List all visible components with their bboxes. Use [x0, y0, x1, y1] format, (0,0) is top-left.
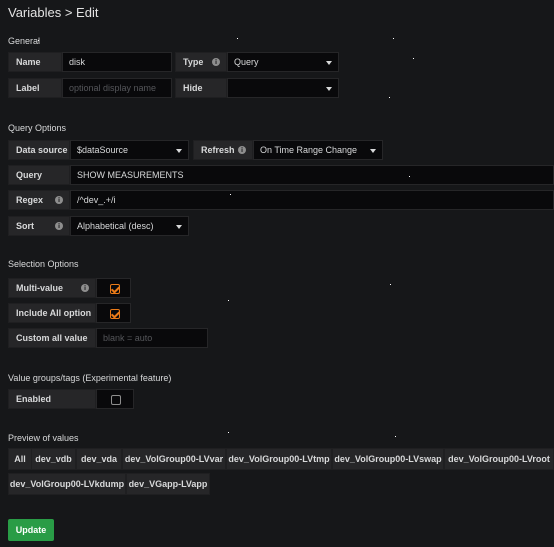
preview-value: dev_VolGroup00-LVvar	[122, 448, 226, 470]
screen-speck	[38, 40, 39, 41]
screen-speck	[389, 97, 390, 98]
screen-speck	[409, 176, 410, 177]
hide-label: Hide	[175, 78, 227, 98]
datasource-label: Data source	[8, 140, 70, 160]
screen-speck	[228, 432, 229, 433]
screen-speck	[413, 58, 414, 59]
refresh-select[interactable]: On Time Range Change	[253, 140, 383, 160]
type-label: Type i	[175, 52, 227, 72]
section-query-options-heading: Query Options	[8, 123, 67, 133]
chevron-down-icon	[326, 87, 332, 91]
screen-speck	[237, 38, 238, 39]
chevron-down-icon	[176, 149, 182, 153]
section-general-heading: General	[8, 36, 41, 46]
sort-select[interactable]: Alphabetical (desc)	[70, 216, 189, 236]
enabled-label: Enabled	[8, 389, 96, 409]
chevron-down-icon	[176, 225, 182, 229]
refresh-label: Refresh i	[193, 140, 253, 160]
type-select[interactable]: Query	[227, 52, 339, 72]
section-preview-heading: Preview of values	[8, 433, 79, 443]
screen-speck	[390, 284, 391, 285]
section-selection-options-heading: Selection Options	[8, 259, 79, 269]
regex-label: Regex i	[8, 190, 70, 210]
custom-all-label: Custom all value	[8, 328, 96, 348]
info-icon: i	[55, 196, 63, 204]
name-label: Name	[8, 52, 62, 72]
multi-value-label: Multi-value i	[8, 278, 96, 298]
label-input[interactable]: optional display name	[62, 78, 172, 98]
include-all-label: Include All option	[8, 303, 96, 323]
preview-value: dev_VolGroup00-LVkdump	[8, 473, 126, 495]
screen-speck	[395, 436, 396, 437]
checkmark-icon	[110, 309, 120, 319]
screen-speck	[393, 38, 394, 39]
datasource-select[interactable]: $dataSource	[70, 140, 189, 160]
preview-value: All	[8, 448, 32, 470]
name-input[interactable]: disk	[62, 52, 172, 72]
screen-speck	[228, 300, 229, 301]
hide-select[interactable]	[227, 78, 339, 98]
query-input[interactable]: SHOW MEASUREMENTS	[70, 165, 554, 185]
preview-value: dev_VolGroup00-LVswap	[332, 448, 444, 470]
preview-value: dev_vdb	[31, 448, 76, 470]
update-button[interactable]: Update	[8, 519, 54, 541]
info-icon: i	[81, 284, 89, 292]
custom-all-input[interactable]: blank = auto	[96, 328, 208, 348]
checkbox-icon	[111, 395, 121, 405]
section-value-groups-heading: Value groups/tags (Experimental feature)	[8, 373, 172, 383]
info-icon: i	[212, 58, 220, 66]
info-icon: i	[55, 222, 63, 230]
chevron-down-icon	[326, 61, 332, 65]
label-label: Label	[8, 78, 62, 98]
screen-speck	[230, 194, 231, 195]
multi-value-checkbox[interactable]	[96, 278, 131, 298]
page-title: Variables > Edit	[8, 5, 99, 20]
checkmark-icon	[110, 284, 120, 294]
chevron-down-icon	[370, 149, 376, 153]
include-all-checkbox[interactable]	[96, 303, 131, 323]
regex-input[interactable]: /^dev_.+/i	[70, 190, 554, 210]
preview-value: dev_VGapp-LVapp	[126, 473, 210, 495]
info-icon: i	[238, 146, 246, 154]
sort-label: Sort i	[8, 216, 70, 236]
preview-value: dev_VolGroup00-LVtmp	[226, 448, 332, 470]
preview-value: dev_vda	[76, 448, 122, 470]
enabled-checkbox[interactable]	[96, 389, 134, 409]
query-label: Query	[8, 165, 70, 185]
preview-value: dev_VolGroup00-LVroot	[444, 448, 554, 470]
